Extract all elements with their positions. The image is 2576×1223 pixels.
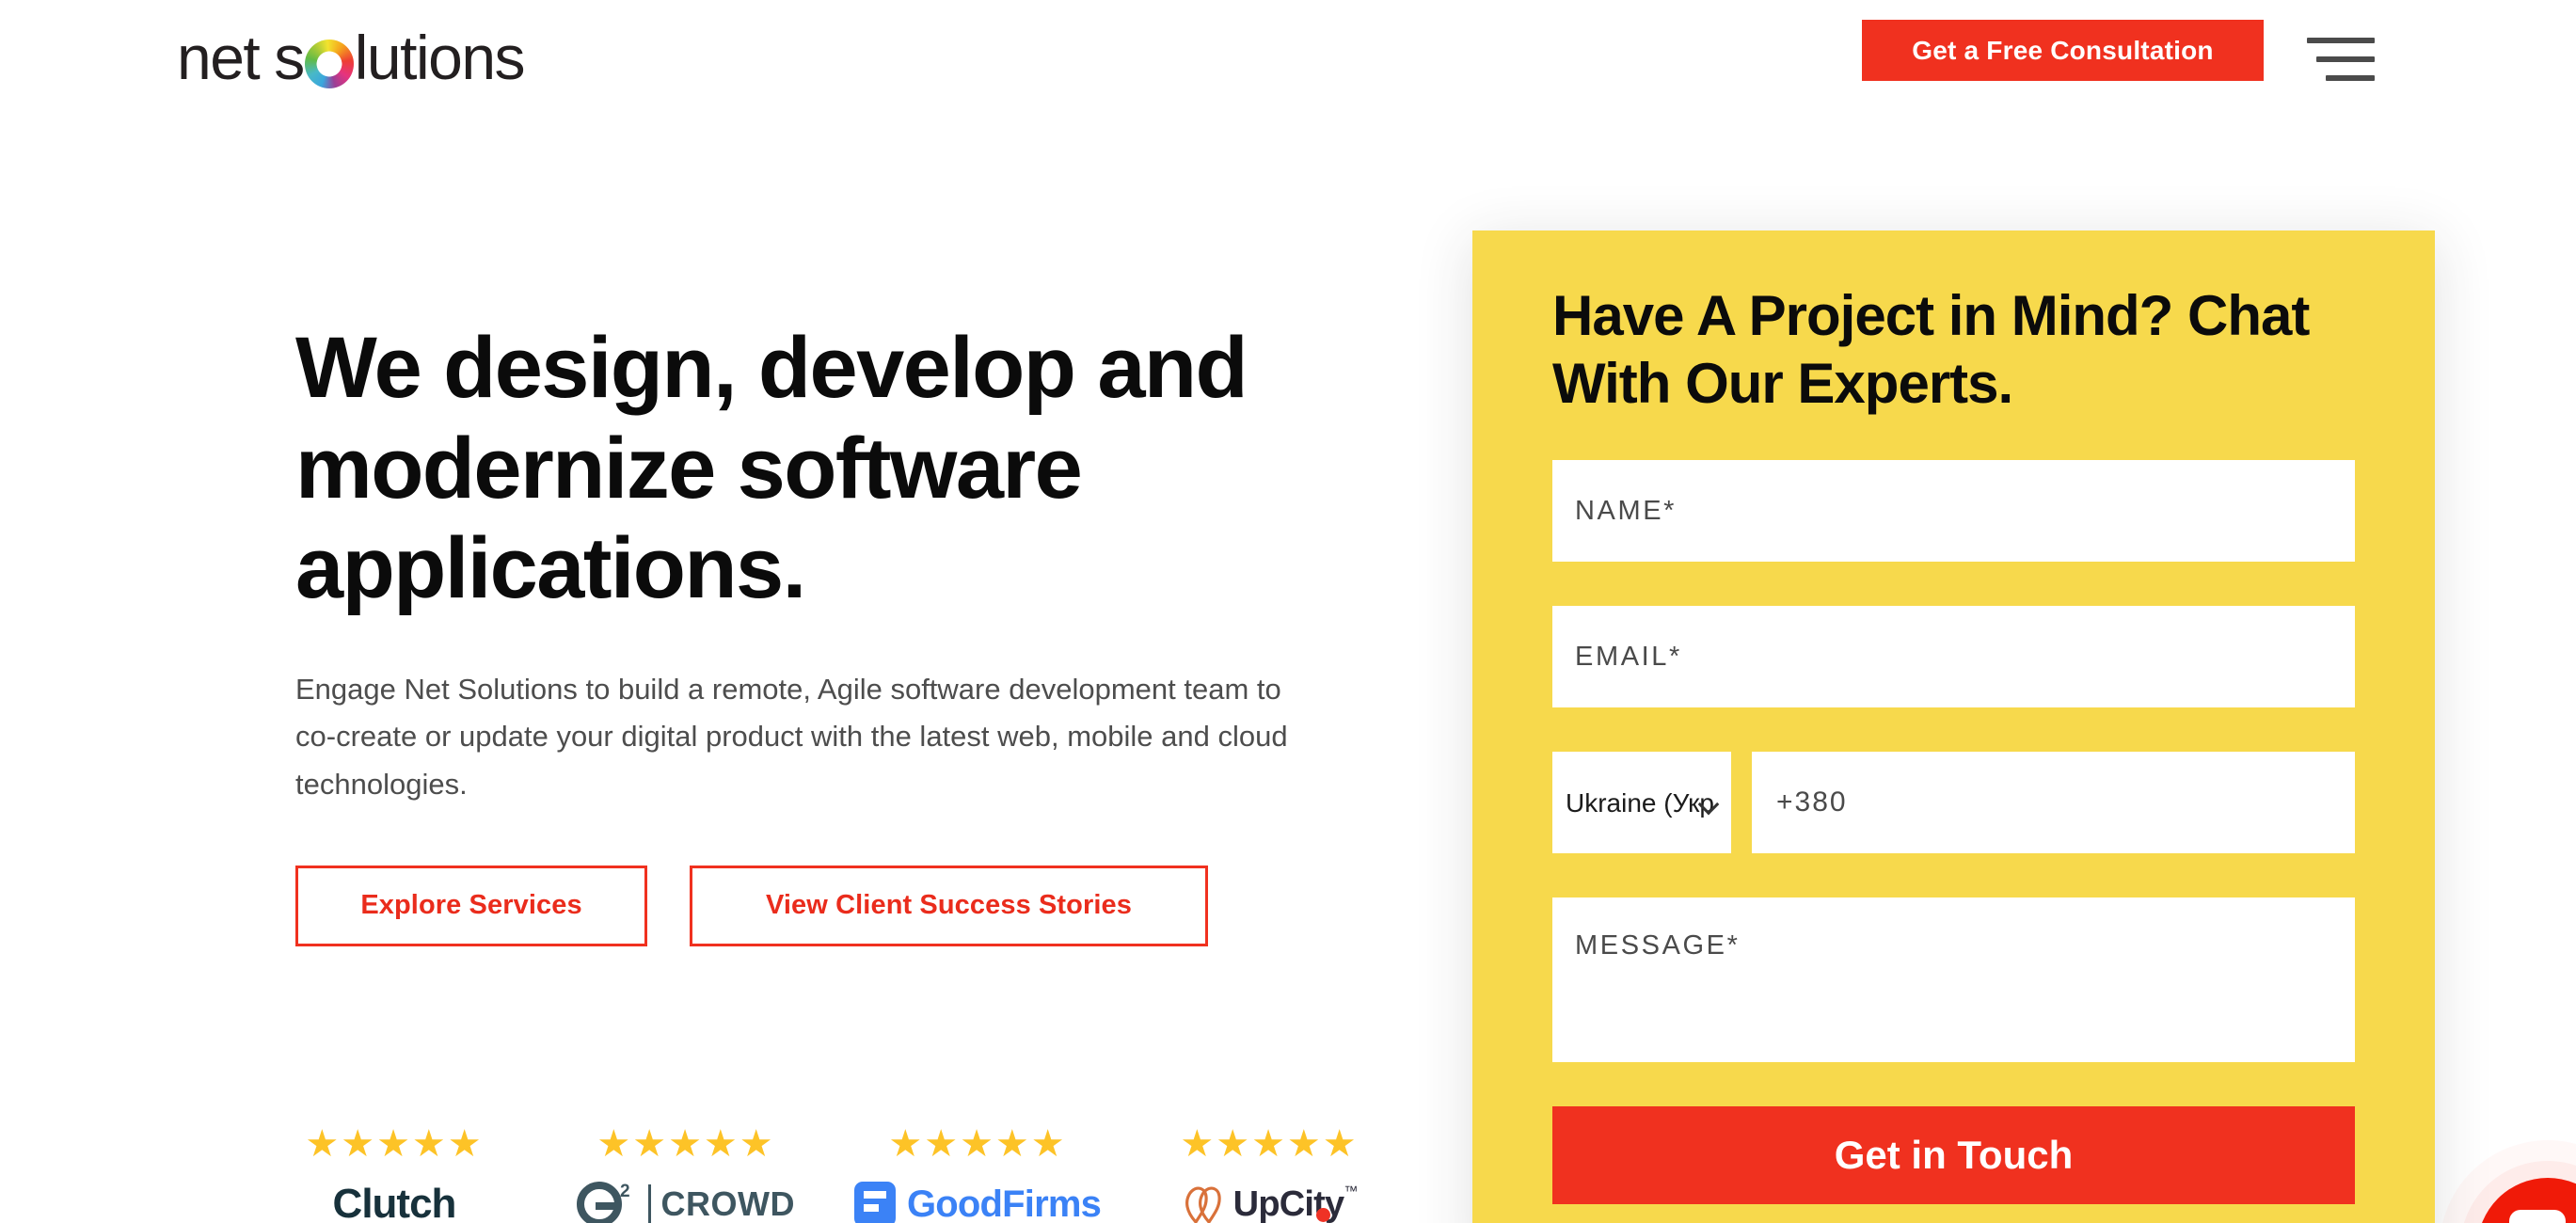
g2-crowd-label: CROWD: [660, 1184, 796, 1223]
upcity-logo-icon: UpCity ™: [1181, 1178, 1359, 1223]
colorful-ring-icon: [304, 40, 354, 88]
phone-row: Ukraine (Укр: [1552, 752, 2355, 853]
badge-goodfirms[interactable]: ★★★★★ GoodFirms: [853, 1123, 1102, 1223]
message-textarea[interactable]: [1552, 897, 2355, 1062]
hero-button-group: Explore Services View Client Success Sto…: [295, 865, 1340, 946]
star-rating-icon: ★★★★★: [888, 1123, 1067, 1165]
star-rating-icon: ★★★★★: [305, 1123, 484, 1165]
logo-text-s: s: [274, 23, 305, 92]
hamburger-menu-icon[interactable]: [2307, 32, 2375, 87]
clutch-label: Clutch: [332, 1181, 457, 1223]
site-header: net s lutions Get a Free Consultation: [0, 0, 2576, 120]
g2-divider: [647, 1184, 651, 1223]
badge-upcity[interactable]: ★★★★★ UpCity ™: [1167, 1125, 1372, 1223]
get-free-consultation-button[interactable]: Get a Free Consultation: [1862, 20, 2264, 81]
name-input[interactable]: [1552, 460, 2355, 562]
brand-logo[interactable]: net s lutions: [177, 23, 526, 92]
page-title: We design, develop and modernize softwar…: [295, 320, 1248, 617]
chat-bubble-icon[interactable]: [2477, 1178, 2576, 1223]
hamburger-line-1: [2307, 38, 2375, 43]
country-code-select[interactable]: Ukraine (Укр: [1552, 752, 1731, 853]
badge-clutch[interactable]: ★★★★★ Clutch: [292, 1123, 1330, 1223]
hamburger-line-2: [2316, 56, 2375, 62]
star-rating-icon: ★★★★★: [1180, 1123, 1359, 1165]
upcity-trademark: ™: [1344, 1183, 1359, 1199]
review-badges: ★★★★★ Clutch ★★★★★ 2 CROWD ★★★★★ GoodFir…: [292, 1125, 1372, 1223]
get-in-touch-button[interactable]: Get in Touch: [1552, 1106, 2355, 1204]
star-rating-icon: ★★★★★: [596, 1123, 775, 1165]
form-heading: Have A Project in Mind? Chat With Our Ex…: [1552, 284, 2310, 415]
logo-text-net: net: [177, 23, 261, 92]
contact-form-card: Have A Project in Mind? Chat With Our Ex…: [1472, 230, 2435, 1223]
country-select-wrapper[interactable]: Ukraine (Укр: [1552, 752, 1731, 853]
hero-description: Engage Net Solutions to build a remote, …: [295, 673, 1288, 801]
g2-circle-icon: [576, 1182, 622, 1223]
upcity-teardrop-icon: [1185, 1186, 1221, 1223]
clutch-dot-icon: [1316, 1208, 1330, 1222]
page-root: net s lutions Get a Free Consultation We…: [0, 0, 2576, 1223]
hamburger-line-3: [2326, 75, 2375, 81]
goodfirms-mark-icon: [853, 1182, 896, 1223]
email-input[interactable]: [1552, 606, 2355, 707]
goodfirms-logo-icon: GoodFirms: [853, 1178, 1102, 1223]
explore-services-button[interactable]: Explore Services: [295, 865, 647, 946]
goodfirms-label: GoodFirms: [906, 1183, 1102, 1223]
g2-crowd-logo-icon: 2 CROWD: [576, 1178, 796, 1223]
clutch-logo-icon: Clutch: [332, 1178, 1330, 1223]
badge-g2crowd[interactable]: ★★★★★ 2 CROWD: [576, 1123, 795, 1223]
logo-text-lutions: lutions: [354, 23, 526, 92]
hero-section: We design, develop and modernize softwar…: [295, 318, 1340, 946]
g2-superscript: 2: [619, 1182, 630, 1201]
phone-input[interactable]: [1752, 752, 2355, 853]
view-client-success-stories-button[interactable]: View Client Success Stories: [690, 865, 1208, 946]
